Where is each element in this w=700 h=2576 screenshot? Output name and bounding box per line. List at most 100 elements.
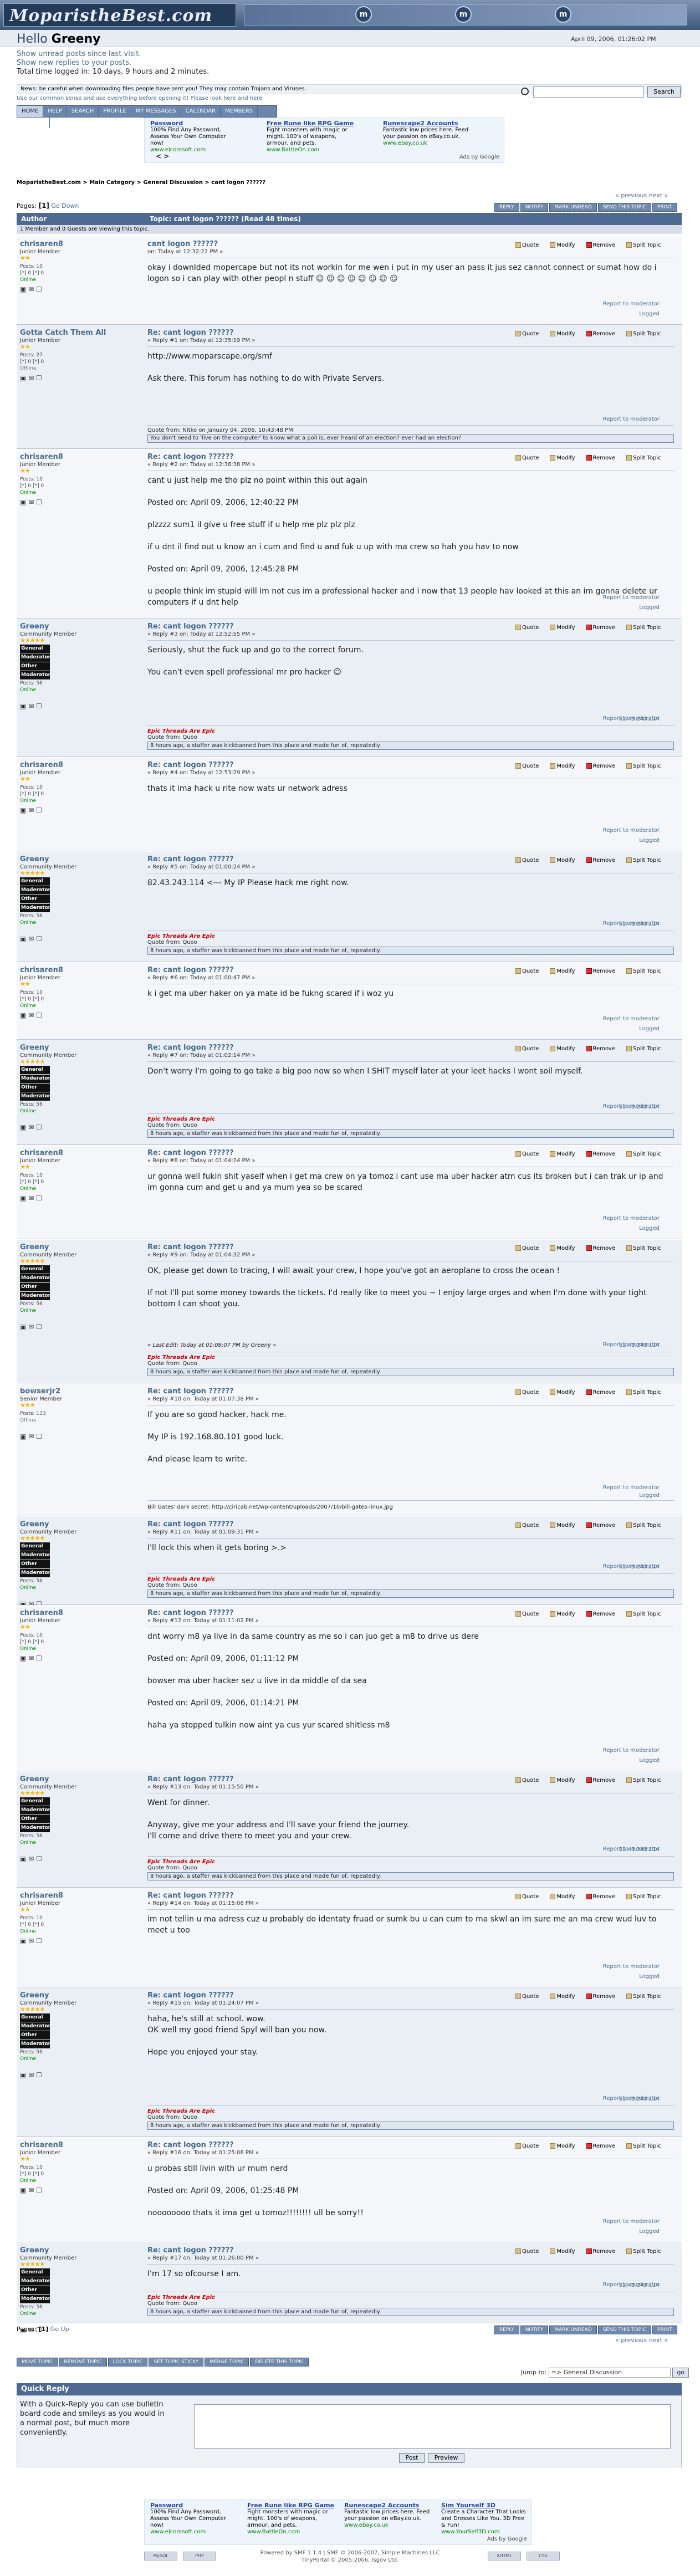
- remove-button[interactable]: Remove: [586, 857, 621, 863]
- modify-button[interactable]: Modify: [550, 455, 580, 461]
- post-subject[interactable]: Re: cant logon ??????: [147, 855, 234, 863]
- remove-button[interactable]: Remove: [586, 1894, 621, 1900]
- split-topic-button[interactable]: Split Topic: [626, 1994, 667, 2000]
- split-topic-button[interactable]: Split Topic: [626, 331, 667, 337]
- modify-button[interactable]: Modify: [550, 331, 580, 337]
- remove-button[interactable]: Remove: [586, 1046, 621, 1052]
- poster-name[interactable]: Greeny: [20, 1044, 49, 1052]
- footer-badge-mysql[interactable]: MySQL: [144, 2552, 177, 2560]
- poster-contact-icons[interactable]: ▣ ✉ ☐: [20, 2071, 42, 2079]
- report-link[interactable]: Report to moderator: [603, 1103, 660, 1110]
- split-topic-button[interactable]: Split Topic: [626, 1151, 667, 1157]
- ad-title[interactable]: Runescape2 Accounts: [383, 120, 472, 127]
- split-topic-button[interactable]: Split Topic: [626, 763, 667, 769]
- quick-reply-header[interactable]: Quick Reply: [17, 2383, 682, 2395]
- poster-contact-icons[interactable]: ▣ ✉ ☐: [20, 1433, 42, 1440]
- ad-item[interactable]: Password 100% Find Any Password, Assess Y…: [150, 2502, 239, 2536]
- post-subject[interactable]: Re: cant logon ??????: [147, 1520, 234, 1529]
- search-button[interactable]: Search: [647, 86, 681, 98]
- mod-button-lock-topic[interactable]: LOCK TOPIC: [108, 2358, 148, 2367]
- poster-name[interactable]: chrisaren8: [20, 966, 63, 974]
- poster-name[interactable]: chrisaren8: [20, 2141, 63, 2149]
- quote-button[interactable]: Quote: [515, 1777, 544, 1783]
- mod-button-merge-topic[interactable]: MERGE TOPIC: [205, 2358, 249, 2367]
- poster-contact-icons[interactable]: ▣ ✉ ☐: [20, 1123, 42, 1131]
- poster-name[interactable]: Greeny: [20, 1243, 49, 1251]
- go-up-link[interactable]: Go Up: [50, 2325, 69, 2333]
- search-input[interactable]: [533, 86, 644, 98]
- report-link[interactable]: Report to moderator: [603, 827, 660, 834]
- ad-item[interactable]: Runescape2 Accounts Fantastic low prices …: [344, 2502, 433, 2529]
- thread-button-send-this-topic[interactable]: SEND THIS TOPIC: [597, 2325, 652, 2334]
- ad-url[interactable]: www.ebay.co.uk: [383, 140, 472, 147]
- thread-button-print[interactable]: PRINT: [652, 2325, 677, 2334]
- quote-button[interactable]: Quote: [515, 1522, 544, 1529]
- ad-item[interactable]: Free Rune like RPG Game Fight monsters wi…: [247, 2502, 336, 2536]
- remove-button[interactable]: Remove: [586, 1611, 621, 1617]
- new-replies-link[interactable]: Show new replies to your posts.: [17, 59, 349, 68]
- report-link[interactable]: Report to moderator: [603, 1964, 660, 1970]
- remove-button[interactable]: Remove: [586, 1245, 621, 1251]
- remove-button[interactable]: Remove: [586, 331, 621, 337]
- menu-item-calendar[interactable]: CALENDAR: [181, 106, 221, 117]
- quote-button[interactable]: Quote: [515, 763, 544, 769]
- quote-button[interactable]: Quote: [515, 625, 544, 631]
- quote-button[interactable]: Quote: [515, 242, 544, 248]
- remove-button[interactable]: Remove: [586, 1522, 621, 1529]
- poster-name[interactable]: Greeny: [20, 1991, 49, 2000]
- ad-item[interactable]: Password 100% Find Any Password, Assess Y…: [150, 120, 239, 154]
- split-topic-button[interactable]: Split Topic: [626, 1245, 667, 1251]
- footer-badge-php[interactable]: PHP: [183, 2552, 216, 2560]
- post-subject[interactable]: Re: cant logon ??????: [147, 453, 234, 461]
- remove-button[interactable]: Remove: [586, 968, 621, 974]
- menu-item-help[interactable]: HELP: [43, 106, 67, 117]
- split-topic-button[interactable]: Split Topic: [626, 857, 667, 863]
- split-topic-button[interactable]: Split Topic: [626, 1611, 667, 1617]
- preview-button[interactable]: Preview: [428, 2453, 464, 2463]
- modify-button[interactable]: Modify: [550, 242, 580, 248]
- remove-button[interactable]: Remove: [586, 625, 621, 631]
- footer-badge-css[interactable]: CSS: [527, 2552, 560, 2560]
- post-subject[interactable]: Re: cant logon ??????: [147, 1775, 234, 1783]
- modify-button[interactable]: Modify: [550, 1994, 580, 2000]
- quote-button[interactable]: Quote: [515, 2143, 544, 2149]
- split-topic-button[interactable]: Split Topic: [626, 1046, 667, 1052]
- menu-item-logout[interactable]: LOGOUT: [17, 117, 50, 128]
- quote-button[interactable]: Quote: [515, 331, 544, 337]
- ads-by-google[interactable]: Ads by Google: [459, 154, 499, 160]
- mod-button-remove-topic[interactable]: REMOVE TOPIC: [59, 2358, 107, 2367]
- mod-button-move-topic[interactable]: MOVE TOPIC: [17, 2358, 58, 2367]
- remove-button[interactable]: Remove: [586, 455, 621, 461]
- go-down-link[interactable]: Go Down: [51, 202, 79, 209]
- remove-button[interactable]: Remove: [586, 2143, 621, 2149]
- poster-name[interactable]: Greeny: [20, 2246, 49, 2255]
- quote-button[interactable]: Quote: [515, 968, 544, 974]
- report-link[interactable]: Report to moderator: [603, 595, 660, 601]
- split-topic-button[interactable]: Split Topic: [626, 1894, 667, 1900]
- poster-name[interactable]: Greeny: [20, 855, 49, 863]
- thread-button-notify[interactable]: NOTIFY: [520, 2325, 549, 2334]
- split-topic-button[interactable]: Split Topic: [626, 1777, 667, 1783]
- ad-url[interactable]: www.BattleOn.com: [247, 2529, 336, 2536]
- ad-url[interactable]: www.YourSelf3D.com: [441, 2529, 530, 2536]
- menu-item-home[interactable]: HOME: [17, 106, 44, 117]
- report-link[interactable]: Report to moderator: [603, 1215, 660, 1221]
- poster-name[interactable]: Gotta Catch Them All: [20, 329, 106, 337]
- ad-nav[interactable]: < >: [156, 152, 169, 160]
- menu-item-profile[interactable]: PROFILE: [99, 106, 131, 117]
- ads-by-google[interactable]: Ads by Google: [487, 2536, 527, 2542]
- ad-url[interactable]: www.BattleOn.com: [267, 147, 355, 154]
- remove-button[interactable]: Remove: [586, 1994, 621, 2000]
- report-link[interactable]: Report to moderator: [603, 715, 660, 722]
- modify-button[interactable]: Modify: [550, 1389, 580, 1396]
- report-link[interactable]: Report to moderator: [603, 2095, 660, 2102]
- modify-button[interactable]: Modify: [550, 1611, 580, 1617]
- poster-name[interactable]: Greeny: [20, 622, 49, 631]
- quick-reply-textarea[interactable]: [194, 2404, 671, 2449]
- post-subject[interactable]: Re: cant logon ??????: [147, 622, 234, 631]
- thread-button-send-this-topic[interactable]: SEND THIS TOPIC: [597, 203, 652, 212]
- modify-button[interactable]: Modify: [550, 1046, 580, 1052]
- split-topic-button[interactable]: Split Topic: [626, 625, 667, 631]
- poster-name[interactable]: bowserjr2: [20, 1387, 60, 1396]
- modify-button[interactable]: Modify: [550, 968, 580, 974]
